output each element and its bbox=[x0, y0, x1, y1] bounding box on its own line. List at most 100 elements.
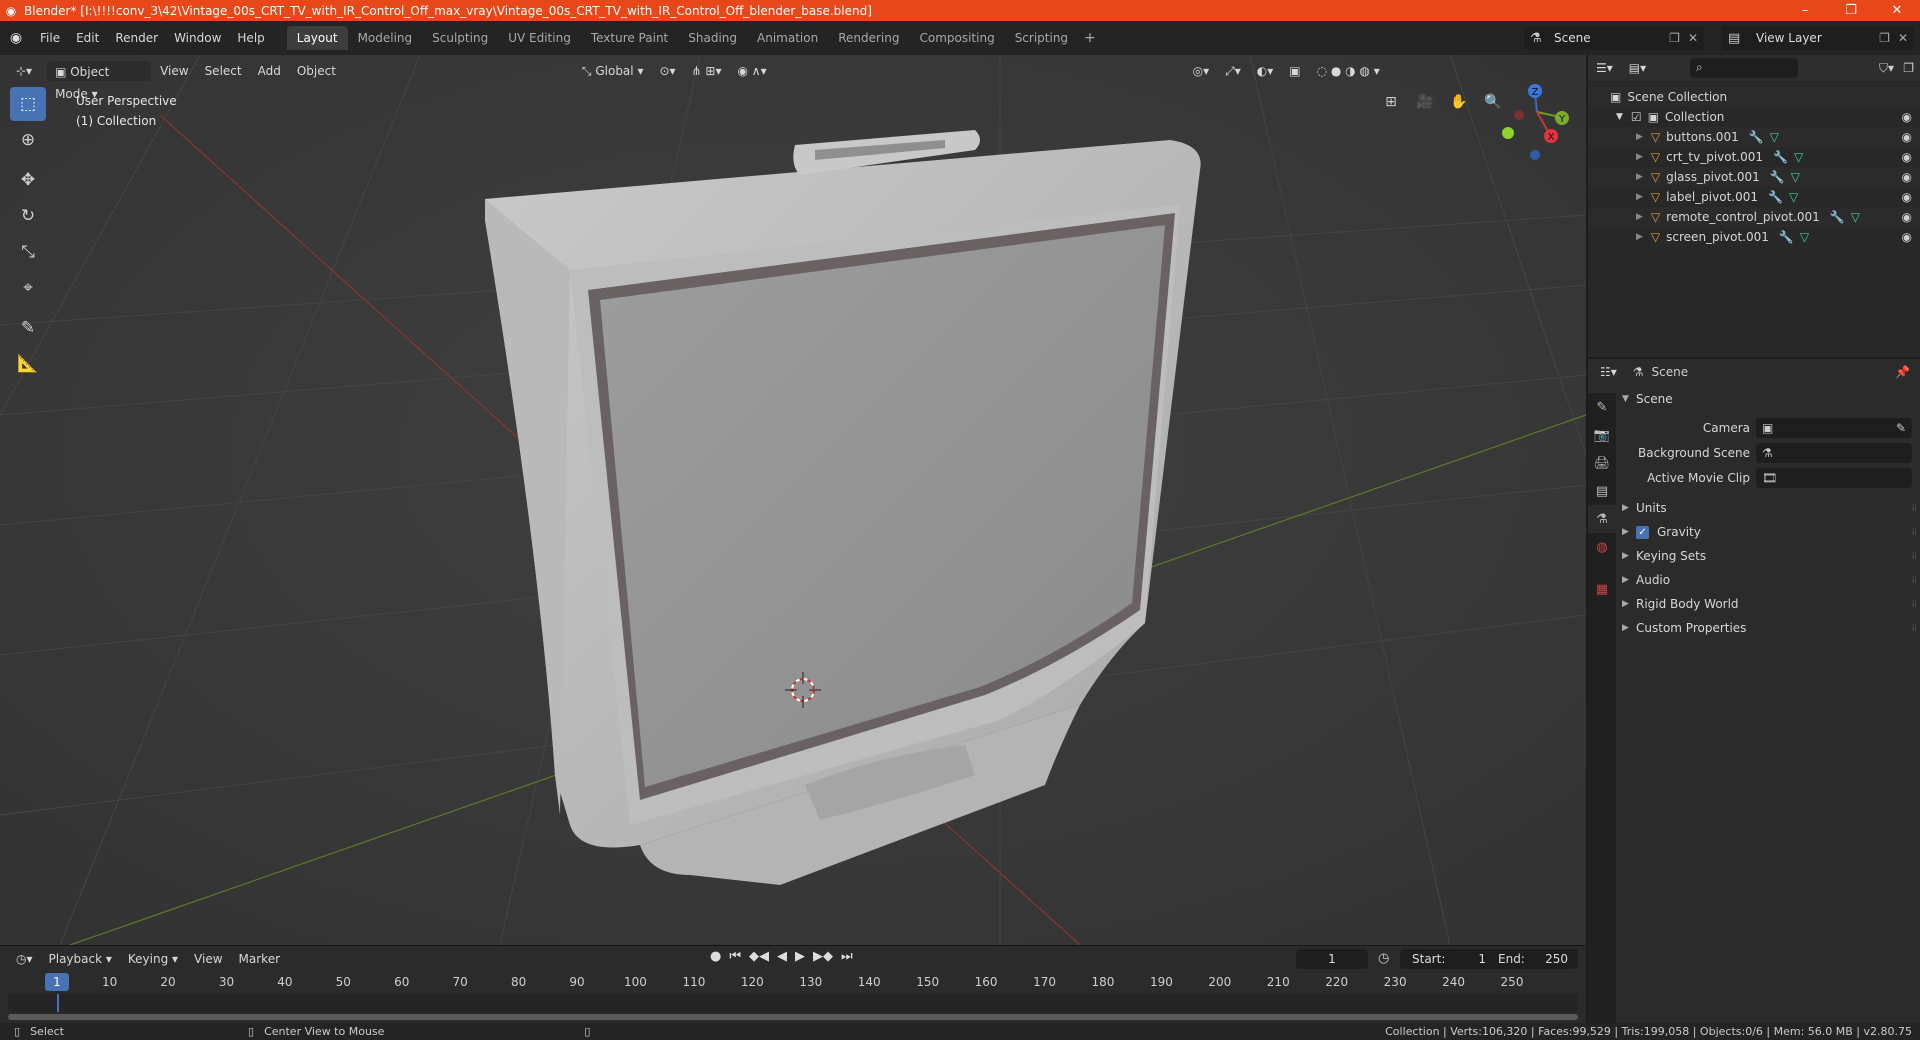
transform-tool-icon[interactable]: ⌖ bbox=[10, 271, 46, 305]
tab-texture-paint[interactable]: Texture Paint bbox=[581, 26, 678, 50]
minimize-button[interactable]: – bbox=[1782, 0, 1828, 21]
menu-keying[interactable]: Keying ▾ bbox=[120, 948, 186, 970]
menu-add[interactable]: Add bbox=[250, 60, 289, 82]
annotate-tool-icon[interactable]: ✎ bbox=[10, 311, 46, 345]
new-collection-icon[interactable]: ❐ bbox=[1903, 61, 1914, 75]
transform-orientation-dropdown[interactable]: ⤡ Global ▾ bbox=[574, 60, 652, 82]
drag-grip-icon[interactable]: ⁞⁞ bbox=[1912, 503, 1917, 514]
eye-icon[interactable]: ◉ bbox=[1902, 150, 1912, 164]
eyedropper-icon[interactable]: ✎ bbox=[1896, 421, 1906, 435]
mesh-data-icon[interactable]: ▽ bbox=[1851, 210, 1860, 224]
tool-tab-icon[interactable]: ✎ bbox=[1588, 393, 1616, 421]
expand-object-icon[interactable]: ▶ bbox=[1636, 232, 1643, 242]
eye-icon[interactable]: ◉ bbox=[1902, 110, 1912, 124]
editor-type-icon[interactable]: ⊹▾ bbox=[8, 60, 40, 82]
active-movie-clip-field[interactable]: 🎞 bbox=[1756, 467, 1912, 488]
scene-tab-icon[interactable]: ⚗ bbox=[1588, 505, 1616, 533]
outliner-scene-collection[interactable]: ▣ Scene Collection bbox=[1588, 87, 1920, 107]
outliner-editor-type-icon[interactable]: ☰▾ bbox=[1588, 57, 1621, 79]
outliner-search-input[interactable]: ⌕ bbox=[1690, 58, 1798, 78]
viewport-scene[interactable]: Z Y X bbox=[0, 55, 1586, 945]
preview-range-icon[interactable]: ◷ bbox=[1378, 951, 1389, 966]
pivot-point-icon[interactable]: ⊙▾ bbox=[651, 60, 683, 82]
frame-ruler[interactable]: 1 10 20 30 40 50 60 70 80 90 100 110 120 130 140 150 160… bbox=[8, 972, 1578, 992]
modifier-icon[interactable]: 🔧 bbox=[1768, 190, 1783, 204]
menu-view[interactable]: View bbox=[152, 60, 196, 82]
eye-icon[interactable]: ◉ bbox=[1902, 210, 1912, 224]
world-tab-icon[interactable]: ◍ bbox=[1588, 533, 1616, 561]
texture-tab-icon[interactable]: ▦ bbox=[1588, 575, 1616, 603]
tab-layout[interactable]: Layout bbox=[286, 26, 348, 50]
scene-selector[interactable]: ⚗ Scene ❐ ✕ bbox=[1524, 26, 1704, 50]
camera-field[interactable]: ▣ ✎ bbox=[1756, 417, 1912, 438]
tab-scripting[interactable]: Scripting bbox=[1005, 26, 1078, 50]
scale-tool-icon[interactable]: ⤡ bbox=[10, 235, 46, 269]
jump-keyframe-forward-icon[interactable]: ▶◆ bbox=[813, 949, 833, 964]
xray-toggle-icon[interactable]: ▣ bbox=[1281, 60, 1308, 82]
jump-keyframe-back-icon[interactable]: ◆◀ bbox=[749, 949, 769, 964]
menu-playback[interactable]: Playback ▾ bbox=[41, 948, 120, 970]
overlay-toggle-icon[interactable]: ◐▾ bbox=[1249, 60, 1282, 82]
eye-icon[interactable]: ◉ bbox=[1902, 170, 1912, 184]
properties-editor-type-icon[interactable]: ☷▾ bbox=[1592, 361, 1625, 383]
blender-menu-icon[interactable]: ◉ bbox=[0, 30, 32, 46]
delete-scene-icon[interactable]: ✕ bbox=[1688, 31, 1698, 45]
measure-tool-icon[interactable]: 📐 bbox=[10, 347, 46, 381]
object-mode-dropdown[interactable]: ▣ Object Mode ▾ bbox=[46, 60, 153, 101]
menu-select[interactable]: Select bbox=[197, 60, 250, 82]
modifier-icon[interactable]: 🔧 bbox=[1779, 230, 1794, 244]
menu-file[interactable]: File bbox=[32, 21, 68, 55]
expand-object-icon[interactable]: ▶ bbox=[1636, 212, 1643, 222]
menu-render[interactable]: Render bbox=[107, 21, 166, 55]
expand-object-icon[interactable]: ▶ bbox=[1636, 172, 1643, 182]
view-layer-selector[interactable]: ▤ View Layer ❐ ✕ bbox=[1722, 26, 1914, 50]
rotate-tool-icon[interactable]: ↻ bbox=[10, 199, 46, 233]
close-button[interactable]: ✕ bbox=[1874, 0, 1920, 21]
timeline-track[interactable] bbox=[8, 994, 1578, 1012]
expand-collection-icon[interactable]: ▼ bbox=[1616, 112, 1623, 122]
pin-icon[interactable]: 📌 bbox=[1895, 365, 1910, 379]
outliner-object[interactable]: ▶ ▽ label_pivot.001 🔧 ▽ ◉ bbox=[1588, 187, 1920, 207]
add-workspace-icon[interactable]: + bbox=[1078, 30, 1102, 46]
mesh-data-icon[interactable]: ▽ bbox=[1800, 230, 1809, 244]
mesh-data-icon[interactable]: ▽ bbox=[1794, 150, 1803, 164]
tab-shading[interactable]: Shading bbox=[678, 26, 747, 50]
toggle-camera-view-grid-icon[interactable]: ⊞ bbox=[1378, 89, 1404, 115]
menu-timeline-view[interactable]: View bbox=[186, 948, 230, 970]
drag-grip-icon[interactable]: ⁞⁞ bbox=[1912, 599, 1917, 610]
custom-properties-panel-header[interactable]: ▶ Custom Properties ⁞⁞ bbox=[1622, 616, 1917, 640]
scene-panel-header[interactable]: ▼ Scene bbox=[1622, 387, 1916, 411]
rigid-body-world-panel-header[interactable]: ▶ Rigid Body World ⁞⁞ bbox=[1622, 592, 1917, 616]
move-tool-icon[interactable]: ✥ bbox=[10, 163, 46, 197]
tab-sculpting[interactable]: Sculpting bbox=[422, 26, 498, 50]
pan-view-icon[interactable]: ✋ bbox=[1446, 89, 1472, 115]
outliner-object[interactable]: ▶ ▽ buttons.001 🔧 ▽ ◉ bbox=[1588, 127, 1920, 147]
expand-object-icon[interactable]: ▶ bbox=[1636, 152, 1643, 162]
outliner-object[interactable]: ▶ ▽ glass_pivot.001 🔧 ▽ ◉ bbox=[1588, 167, 1920, 187]
timeline-editor-type-icon[interactable]: ◷▾ bbox=[8, 948, 41, 970]
menu-marker[interactable]: Marker bbox=[231, 948, 288, 970]
menu-object[interactable]: Object bbox=[289, 60, 344, 82]
current-frame-marker[interactable]: 1 bbox=[45, 973, 69, 991]
jump-end-icon[interactable]: ⏭ bbox=[841, 949, 853, 964]
new-view-layer-icon[interactable]: ❐ bbox=[1879, 31, 1890, 45]
play-icon[interactable]: ▶ bbox=[795, 949, 805, 964]
menu-window[interactable]: Window bbox=[166, 21, 229, 55]
drag-grip-icon[interactable]: ⁞⁞ bbox=[1912, 527, 1917, 538]
output-tab-icon[interactable]: 🖨 bbox=[1588, 449, 1616, 477]
modifier-icon[interactable]: 🔧 bbox=[1830, 210, 1845, 224]
eye-icon[interactable]: ◉ bbox=[1902, 230, 1912, 244]
modifier-icon[interactable]: 🔧 bbox=[1773, 150, 1788, 164]
outliner-collection[interactable]: ▼ ☑ ▣ Collection ◉ bbox=[1588, 107, 1920, 127]
mesh-data-icon[interactable]: ▽ bbox=[1791, 170, 1800, 184]
drag-grip-icon[interactable]: ⁞⁞ bbox=[1912, 623, 1917, 634]
audio-panel-header[interactable]: ▶ Audio ⁞⁞ bbox=[1622, 568, 1917, 592]
collection-checkbox[interactable]: ☑ bbox=[1631, 110, 1642, 124]
menu-help[interactable]: Help bbox=[229, 21, 272, 55]
mesh-data-icon[interactable]: ▽ bbox=[1770, 130, 1779, 144]
jump-start-icon[interactable]: ⏮ bbox=[729, 949, 741, 964]
gizmo-toggle-icon[interactable]: ⤢▾ bbox=[1217, 60, 1249, 82]
start-frame-field[interactable]: Start: 1 bbox=[1400, 949, 1496, 969]
delete-view-layer-icon[interactable]: ✕ bbox=[1898, 31, 1908, 45]
filter-icon[interactable]: ⛉▾ bbox=[1879, 61, 1894, 76]
